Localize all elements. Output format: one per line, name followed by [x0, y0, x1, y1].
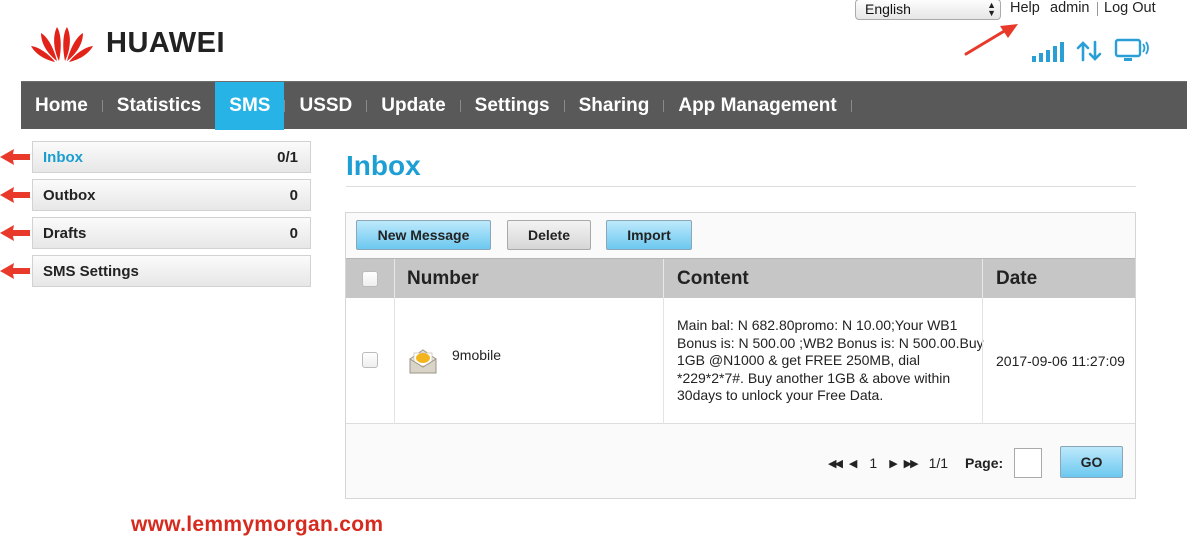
column-divider — [982, 298, 983, 424]
select-arrows-icon: ▲ ▼ — [987, 0, 996, 18]
huawei-logo: HUAWEI — [28, 23, 225, 63]
sidebar-item-inbox[interactable]: Inbox 0/1 — [32, 141, 311, 173]
sidebar-item-sms-settings[interactable]: SMS Settings — [32, 255, 311, 287]
page-label: Page: — [965, 455, 1004, 471]
sidebar-item-outbox[interactable]: Outbox 0 — [32, 179, 311, 211]
envelope-open-icon — [409, 349, 437, 374]
sidebar-item-count: 0/1 — [277, 148, 298, 166]
nav-sharing[interactable]: Sharing — [565, 82, 664, 130]
title-divider — [346, 186, 1136, 187]
huawei-petal-logo-icon — [31, 27, 93, 62]
message-date: 2017-09-06 11:27:09 — [996, 353, 1125, 369]
table-header: Number Content Date — [346, 258, 1135, 299]
last-page-icon[interactable]: ▶▶ — [904, 457, 919, 470]
annotation-arrow-icon — [964, 24, 1018, 56]
sidebar-item-label: Drafts — [43, 224, 87, 242]
column-header-number[interactable]: Number — [394, 259, 479, 299]
annotation-arrow-icon — [0, 263, 30, 279]
sidebar-item-count: 0 — [289, 224, 298, 242]
page-total: 1/1 — [928, 455, 949, 471]
language-value: English — [865, 1, 911, 17]
watermark-text: www.lemmymorgan.com — [131, 513, 384, 536]
row-checkbox[interactable] — [362, 352, 378, 368]
table-row[interactable]: 9mobile Main bal: N 682.80promo: N 10.00… — [346, 298, 1135, 424]
signal-strength-icon — [1032, 42, 1064, 62]
data-transfer-icon — [1076, 40, 1102, 62]
message-content: Main bal: N 682.80promo: N 10.00;Your WB… — [677, 317, 984, 403]
pagination: ◀◀ ◀ 1 ▶ ▶▶ 1/1 Page: — [828, 447, 1043, 479]
main-nav: Home Statistics SMS USSD Update Settings… — [21, 81, 1187, 130]
nav-settings[interactable]: Settings — [461, 82, 564, 130]
column-header-date[interactable]: Date — [983, 259, 1037, 299]
go-button[interactable]: GO — [1060, 446, 1123, 478]
status-icons — [1032, 38, 1150, 62]
logout-link[interactable]: Log Out — [1104, 0, 1156, 16]
page-number-input[interactable] — [1014, 448, 1043, 478]
sidebar-item-label: SMS Settings — [43, 262, 139, 280]
nav-app-management[interactable]: App Management — [664, 82, 850, 130]
nav-home[interactable]: Home — [21, 82, 102, 130]
annotation-arrow-icon — [0, 225, 30, 241]
first-page-icon[interactable]: ◀◀ — [828, 457, 843, 470]
help-link[interactable]: Help — [1010, 0, 1040, 16]
annotation-arrow-icon — [0, 187, 30, 203]
topbar-divider — [1097, 2, 1098, 16]
nav-ussd[interactable]: USSD — [285, 82, 366, 130]
next-page-icon[interactable]: ▶ — [889, 457, 898, 470]
sender-number: 9mobile — [452, 347, 502, 363]
user-link[interactable]: admin — [1050, 0, 1090, 16]
sidebar-item-drafts[interactable]: Drafts 0 — [32, 217, 311, 249]
brand-name: HUAWEI — [106, 26, 225, 59]
current-page: 1 — [869, 455, 878, 471]
language-select[interactable]: English ▲ ▼ — [855, 0, 1001, 20]
column-header-content[interactable]: Content — [664, 259, 749, 299]
annotation-arrow-icon — [0, 149, 30, 165]
nav-statistics[interactable]: Statistics — [103, 82, 215, 130]
sidebar-item-label: Outbox — [43, 186, 96, 204]
nav-sms[interactable]: SMS — [215, 81, 285, 130]
sidebar-item-count: 0 — [289, 186, 298, 204]
select-all-checkbox[interactable] — [362, 271, 378, 287]
connected-device-icon — [1114, 38, 1149, 61]
import-button[interactable]: Import — [606, 220, 692, 250]
sidebar-item-label: Inbox — [43, 148, 83, 166]
nav-update[interactable]: Update — [367, 82, 459, 130]
column-divider — [394, 298, 395, 424]
column-divider — [663, 298, 664, 424]
prev-page-icon[interactable]: ◀ — [849, 457, 858, 470]
new-message-button[interactable]: New Message — [356, 220, 491, 250]
delete-button[interactable]: Delete — [507, 220, 591, 250]
nav-divider — [850, 99, 852, 112]
page-title: Inbox — [346, 150, 421, 181]
